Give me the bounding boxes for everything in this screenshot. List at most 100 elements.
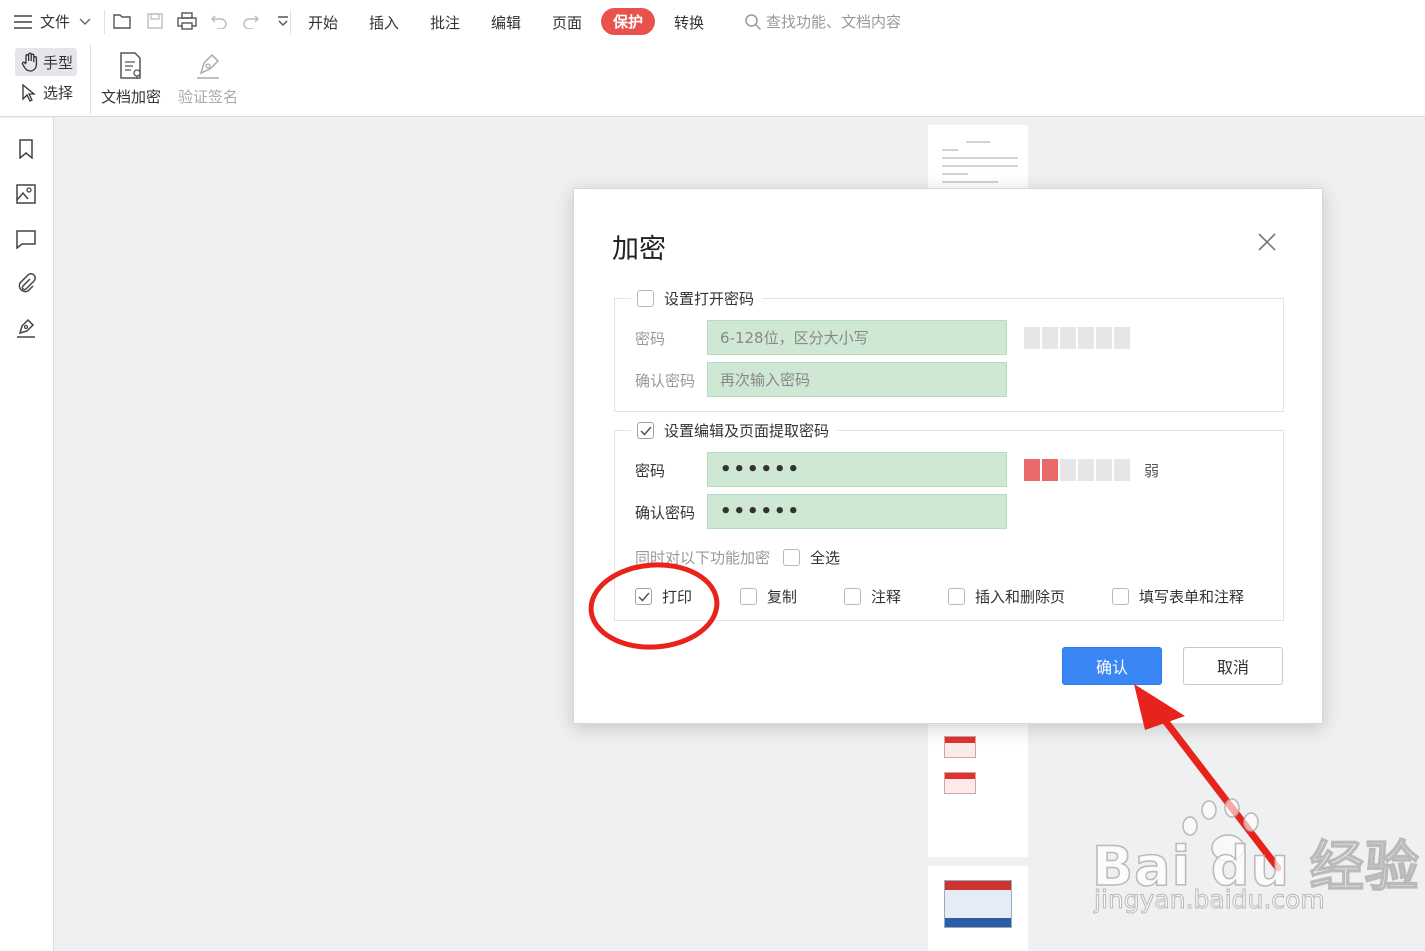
page-thumbnail[interactable] xyxy=(928,866,1028,951)
document-encrypt-label: 文档加密 xyxy=(101,88,162,106)
tab-insert[interactable]: 插入 xyxy=(369,12,399,33)
signature-pen-icon xyxy=(193,50,223,82)
menu-bar: 文件 开始 插入 批注 编辑 页面 保护 转换 查找功能、文档内容 xyxy=(0,0,1425,44)
divider xyxy=(104,10,105,34)
search-placeholder: 查找功能、文档内容 xyxy=(766,13,902,31)
search-icon xyxy=(745,13,762,30)
edit-password-strength-meter xyxy=(1024,459,1130,481)
tab-protect[interactable]: 保护 xyxy=(601,8,656,35)
edit-confirm-password-input[interactable]: •••••• xyxy=(707,494,1007,529)
close-icon[interactable] xyxy=(1256,231,1278,253)
print-icon[interactable] xyxy=(176,10,198,32)
verify-signature-button[interactable]: 验证签名 xyxy=(178,50,238,107)
strength-segment xyxy=(1078,327,1094,349)
undo-icon[interactable] xyxy=(208,10,230,32)
tab-page[interactable]: 页面 xyxy=(552,12,582,33)
strength-segment xyxy=(1042,459,1058,481)
edit-password-group: 设置编辑及页面提取密码 密码 •••••• 弱 确认密码 •••••• 同时对以… xyxy=(614,420,1284,621)
page-thumbnail[interactable] xyxy=(928,125,1028,191)
select-tool-label: 选择 xyxy=(43,84,74,102)
verify-signature-label: 验证签名 xyxy=(178,88,239,106)
dialog-title: 加密 xyxy=(612,234,666,265)
cancel-button[interactable]: 取消 xyxy=(1183,647,1283,685)
insert-delete-pages-option-label: 插入和删除页 xyxy=(975,588,1066,606)
open-folder-icon[interactable] xyxy=(112,10,134,32)
select-all-option[interactable]: 全选 xyxy=(783,547,840,568)
strength-segment xyxy=(1042,327,1058,349)
tab-edit[interactable]: 编辑 xyxy=(491,12,521,33)
fill-forms-checkbox[interactable] xyxy=(1112,588,1129,605)
left-sidebar xyxy=(0,118,54,951)
strength-segment xyxy=(1060,459,1076,481)
option-print[interactable]: 打印 xyxy=(635,586,692,607)
save-icon[interactable] xyxy=(144,10,166,32)
poster-thumbnail xyxy=(944,880,1012,928)
copy-checkbox[interactable] xyxy=(740,588,757,605)
strength-segment xyxy=(1096,459,1112,481)
open-password-input[interactable]: 6-128位，区分大小写 xyxy=(707,320,1007,355)
edit-confirm-password-label: 确认密码 xyxy=(635,504,696,522)
search-box[interactable]: 查找功能、文档内容 xyxy=(744,11,901,32)
open-password-checkbox[interactable] xyxy=(637,290,654,307)
checkmark-icon xyxy=(639,426,652,436)
open-password-label: 密码 xyxy=(635,330,666,348)
strength-label: 弱 xyxy=(1144,462,1160,480)
image-thumbnail-icon[interactable] xyxy=(15,183,37,205)
tab-convert[interactable]: 转换 xyxy=(674,12,704,33)
strength-segment xyxy=(1096,327,1112,349)
select-all-checkbox[interactable] xyxy=(783,549,800,566)
tab-start[interactable]: 开始 xyxy=(308,12,338,33)
ribbon-toolbar: 手型 选择 文档加密 验证签名 xyxy=(0,44,1425,117)
option-annotate[interactable]: 注释 xyxy=(844,586,901,607)
edit-password-label: 密码 xyxy=(635,462,666,480)
divider xyxy=(290,10,291,34)
edit-password-toggle[interactable]: 设置编辑及页面提取密码 xyxy=(631,420,838,441)
annotate-checkbox[interactable] xyxy=(844,588,861,605)
select-all-label: 全选 xyxy=(810,549,841,567)
print-checkbox[interactable] xyxy=(635,588,652,605)
hand-tool-label: 手型 xyxy=(43,53,74,72)
open-confirm-password-label: 确认密码 xyxy=(635,372,696,390)
encrypt-document-icon xyxy=(116,50,146,82)
insert-delete-pages-checkbox[interactable] xyxy=(948,588,965,605)
warning-sign-thumbnail xyxy=(944,772,976,794)
option-copy[interactable]: 复制 xyxy=(740,586,797,607)
signature-icon[interactable] xyxy=(15,317,37,339)
document-encrypt-button[interactable]: 文档加密 xyxy=(101,50,161,107)
option-fill-forms[interactable]: 填写表单和注释 xyxy=(1112,586,1244,607)
edit-password-checkbox[interactable] xyxy=(637,422,654,439)
warning-sign-thumbnail xyxy=(944,736,976,758)
annotate-option-label: 注释 xyxy=(871,588,902,606)
hand-icon xyxy=(21,52,38,72)
file-menu[interactable]: 文件 xyxy=(14,11,92,32)
divider xyxy=(90,44,91,114)
quick-access-toolbar xyxy=(112,10,294,32)
hamburger-icon xyxy=(14,14,32,29)
bookmark-icon[interactable] xyxy=(15,138,37,160)
option-insert-delete-pages[interactable]: 插入和删除页 xyxy=(948,586,1065,607)
edit-password-input[interactable]: •••••• xyxy=(707,452,1007,487)
print-option-label: 打印 xyxy=(662,588,693,606)
also-encrypt-label: 同时对以下功能加密 xyxy=(635,549,771,567)
confirm-button[interactable]: 确认 xyxy=(1062,647,1162,685)
strength-segment xyxy=(1024,459,1040,481)
open-password-group: 设置打开密码 密码 6-128位，区分大小写 确认密码 再次输入密码 xyxy=(614,288,1284,412)
thumbnail-text-lines xyxy=(928,141,1028,191)
open-password-strength-meter xyxy=(1024,327,1130,349)
attachment-icon[interactable] xyxy=(15,272,37,294)
strength-segment xyxy=(1024,327,1040,349)
open-password-checkbox-label: 设置打开密码 xyxy=(664,290,755,308)
open-confirm-password-input[interactable]: 再次输入密码 xyxy=(707,362,1007,397)
comment-icon[interactable] xyxy=(15,228,37,250)
copy-option-label: 复制 xyxy=(767,588,798,606)
select-tool-button[interactable]: 选择 xyxy=(21,82,73,103)
edit-password-checkbox-label: 设置编辑及页面提取密码 xyxy=(664,422,830,440)
redo-icon[interactable] xyxy=(240,10,262,32)
hand-tool-button[interactable]: 手型 xyxy=(15,48,77,76)
open-password-toggle[interactable]: 设置打开密码 xyxy=(631,288,763,309)
chevron-down-icon xyxy=(79,18,91,25)
strength-segment xyxy=(1078,459,1094,481)
tab-annotate[interactable]: 批注 xyxy=(430,12,460,33)
encrypt-dialog: 加密 设置打开密码 密码 6-128位，区分大小写 确认密码 再次输入密码 设置… xyxy=(573,188,1323,724)
page-thumbnail[interactable] xyxy=(928,724,1028,857)
